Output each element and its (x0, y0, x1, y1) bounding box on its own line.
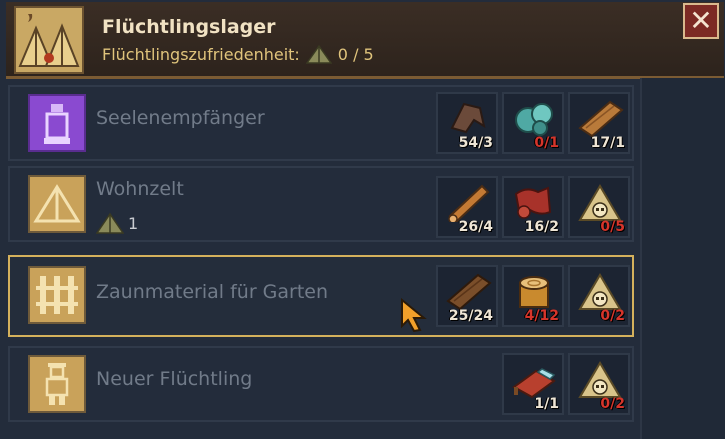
ingredient-tent-skull[interactable]: 0/2 (568, 353, 630, 415)
ingredient-qty: 54/3 (458, 135, 493, 151)
ingredient-qty: 4/12 (524, 308, 559, 324)
panel-title: Flüchtlingslager (102, 16, 276, 38)
tent-skull-icon (578, 184, 622, 221)
satisfaction-value: 0 / 5 (337, 44, 374, 64)
recipe-label: Neuer Flüchtling (96, 368, 253, 390)
tent-icon (28, 175, 86, 233)
ingredient-log[interactable]: 26/4 (436, 176, 498, 238)
refugee-camp-panel: Flüchtlingslager Flüchtlingszufriedenhei… (0, 0, 725, 439)
cursor-icon (401, 298, 427, 332)
plank-icon (578, 100, 624, 138)
ingredient-stump[interactable]: 4/12 (502, 265, 564, 327)
ingredient-qty: 0/5 (600, 219, 625, 235)
recipe-row-new-refugee[interactable]: Neuer Flüchtling 1/1 0/2 (8, 346, 634, 422)
ingredient-glass[interactable]: 0/1 (502, 92, 564, 154)
ingredient-qty: 1/1 (534, 396, 559, 412)
ingredient-qty: 0/2 (600, 308, 625, 324)
satisfaction-tent-icon (305, 44, 332, 64)
ingredient-tent-skull[interactable]: 0/2 (568, 265, 630, 327)
refugee-camp-emblem-icon (14, 6, 84, 74)
ingredient-qty: 26/4 (458, 219, 493, 235)
satisfaction-line: Flüchtlingszufriedenheit: 0 / 5 (102, 44, 374, 64)
tent-skull-icon (578, 273, 622, 310)
small-tent-icon (96, 212, 124, 234)
ingredient-plank[interactable]: 17/1 (568, 92, 630, 154)
ingredient-bed[interactable]: 1/1 (502, 353, 564, 415)
ingredient-plank[interactable]: 25/24 (436, 265, 498, 327)
log-icon (448, 184, 490, 222)
recipe-label: Seelenempfänger (96, 107, 265, 129)
recipe-label: Wohnzelt (96, 178, 184, 200)
tent-skull-icon (578, 361, 622, 398)
glass-icon (515, 103, 553, 136)
recipe-row-fence-material[interactable]: Zaunmaterial für Garten 25/24 4/12 0/2 (8, 255, 634, 337)
fence-tools-icon (28, 266, 86, 324)
ingredient-cloth[interactable]: 16/2 (502, 176, 564, 238)
side-pane (640, 78, 725, 439)
recipe-row-tent[interactable]: Wohnzelt 1 26/4 16/2 0/5 (8, 166, 634, 242)
ingredient-qty: 0/1 (534, 135, 559, 151)
satisfaction-label: Flüchtlingszufriedenheit: (102, 44, 300, 64)
plank-icon (446, 273, 492, 311)
ingredient-tent-skull[interactable]: 0/5 (568, 176, 630, 238)
ingredient-qty: 17/1 (590, 135, 625, 151)
ingredient-leather[interactable]: 54/3 (436, 92, 498, 154)
recipe-row-soul-receiver[interactable]: Seelenempfänger 54/3 0/1 17/1 (8, 85, 634, 161)
ingredient-qty: 25/24 (448, 308, 493, 324)
close-icon: ✕ (689, 4, 713, 37)
recipe-label: Zaunmaterial für Garten (96, 281, 329, 303)
ingredient-qty: 16/2 (524, 219, 559, 235)
bed-icon (512, 368, 556, 399)
soul-receiver-icon (28, 94, 86, 152)
cloth-icon (514, 186, 552, 219)
leather-icon (450, 102, 486, 134)
panel-header: Flüchtlingslager Flüchtlingszufriedenhei… (6, 2, 724, 79)
refugee-icon (28, 355, 86, 413)
stump-icon (519, 276, 549, 308)
recipe-sub-stat: 1 (96, 212, 138, 234)
close-button[interactable]: ✕ (683, 3, 719, 39)
ingredient-qty: 0/2 (600, 396, 625, 412)
recipe-sub-value: 1 (128, 213, 139, 233)
